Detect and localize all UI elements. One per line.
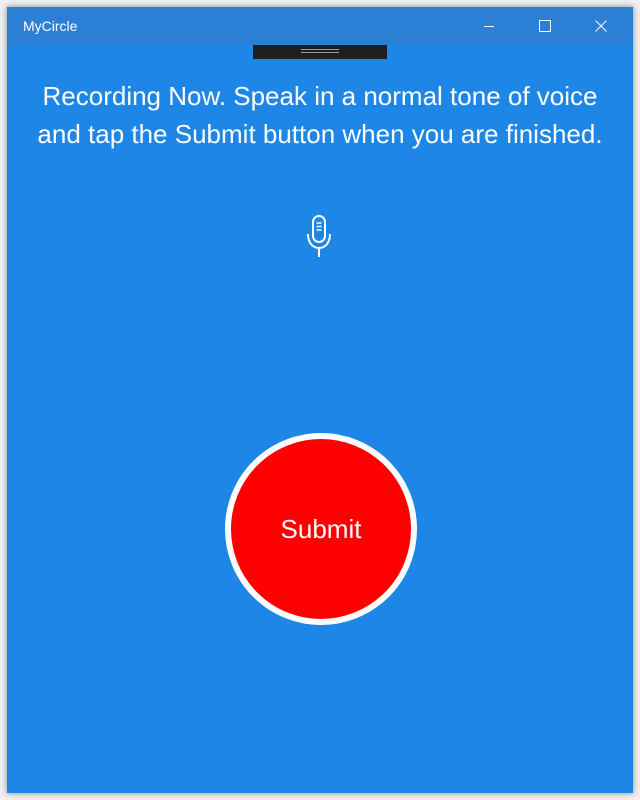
close-icon — [595, 20, 607, 32]
app-window: MyCircle Recording Now. Speak in a norma… — [7, 7, 633, 793]
minimize-icon — [484, 26, 494, 27]
recording-instructions: Recording Now. Speak in a normal tone of… — [37, 81, 603, 149]
close-button[interactable] — [573, 7, 629, 45]
maximize-button[interactable] — [517, 7, 573, 45]
title-bar[interactable]: MyCircle — [7, 7, 633, 45]
minimize-button[interactable] — [461, 7, 517, 45]
microphone-icon — [307, 215, 331, 257]
grip-lines — [301, 49, 339, 50]
app-title: MyCircle — [23, 18, 78, 34]
submit-button[interactable]: Submit — [225, 433, 417, 625]
drag-handle[interactable] — [253, 45, 387, 59]
maximize-icon — [539, 20, 551, 32]
